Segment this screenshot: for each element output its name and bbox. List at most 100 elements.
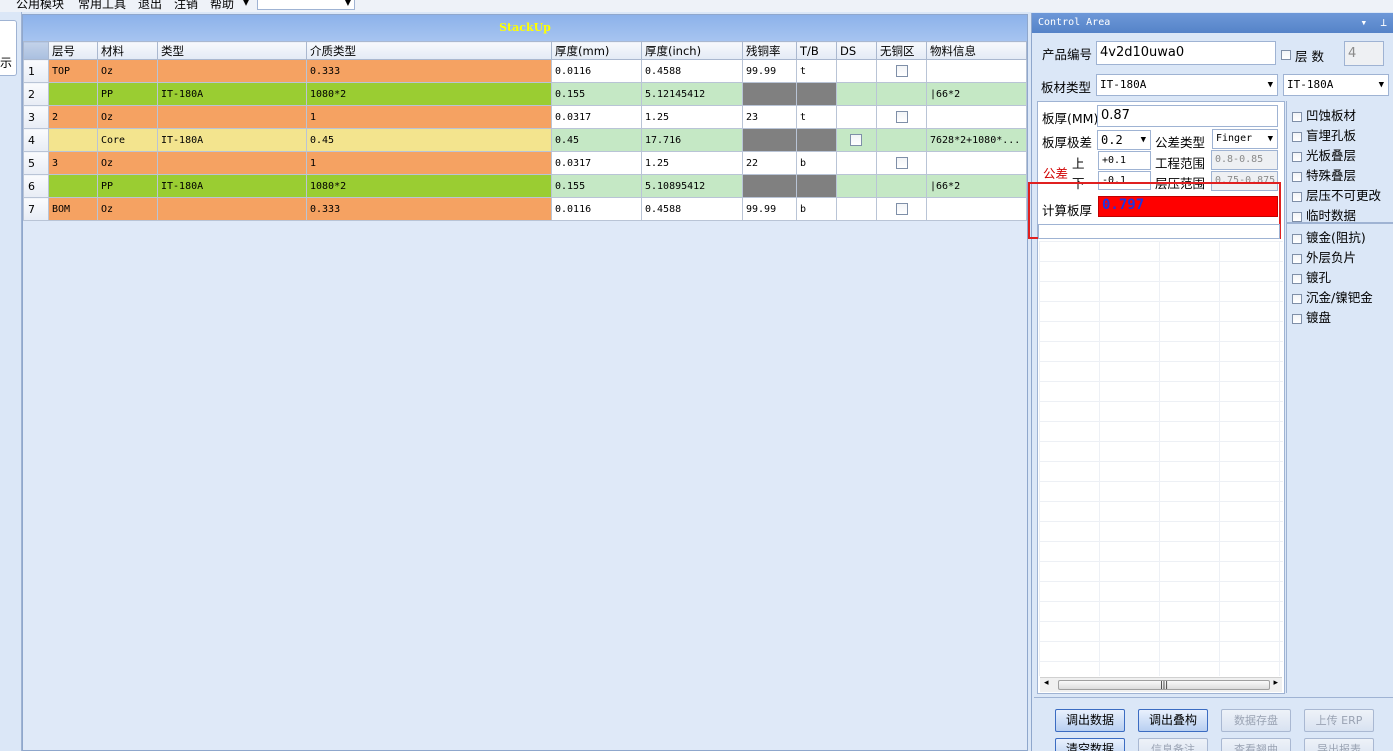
checkbox-icon[interactable] [1292, 131, 1302, 142]
cell-type[interactable]: IT-180A [157, 128, 307, 152]
layers-checkbox[interactable] [1281, 50, 1291, 60]
cell-material[interactable]: Core [97, 128, 158, 152]
col-material[interactable]: 材料 [97, 41, 158, 60]
cell-dielectric[interactable]: 0.333 [306, 197, 552, 221]
cell-copper-rate[interactable]: 99.99 [742, 59, 797, 83]
row-number[interactable]: 1 [23, 59, 49, 83]
menu-combo[interactable]: ▼ [257, 0, 355, 10]
board-type-select[interactable]: IT-180A ▼ [1096, 74, 1278, 96]
option-checkbox[interactable]: 镀金(阻抗) [1292, 227, 1366, 246]
checkbox-icon[interactable] [1292, 313, 1302, 324]
option-checkbox[interactable]: 临时数据 [1292, 205, 1356, 224]
product-number-input[interactable]: 4v2d10uwa0 [1096, 41, 1276, 65]
cell-ds[interactable] [836, 82, 877, 106]
export-report-button[interactable]: 导出报表 [1304, 738, 1374, 751]
option-checkbox[interactable]: 盲埋孔板 [1292, 125, 1356, 144]
cell-copper-rate[interactable] [742, 174, 797, 198]
col-material-info[interactable]: 物料信息 [926, 41, 1027, 60]
cell-ds[interactable] [836, 174, 877, 198]
cell-no-copper[interactable] [876, 105, 927, 129]
cell-no-copper[interactable] [876, 151, 927, 175]
cell-material-info[interactable]: |66*2 [926, 82, 1027, 106]
cell-copper-rate[interactable]: 23 [742, 105, 797, 129]
chevron-down-icon[interactable]: ▾ [243, 0, 249, 9]
cell-tb[interactable]: t [796, 105, 837, 129]
menu-item-exit[interactable]: 退出 [138, 0, 162, 12]
cell-tb[interactable] [796, 174, 837, 198]
cell-type[interactable] [157, 105, 307, 129]
cell-dielectric[interactable]: 1 [306, 105, 552, 129]
row-number[interactable]: 5 [23, 151, 49, 175]
cell-thickness-inch[interactable]: 5.12145412 [641, 82, 743, 106]
option-checkbox[interactable]: 镀孔 [1292, 267, 1331, 286]
cell-type[interactable] [157, 59, 307, 83]
checkbox-icon[interactable] [1292, 273, 1302, 284]
menu-item-logout[interactable]: 注销 [174, 0, 198, 12]
cell-thickness-inch[interactable]: 5.10895412 [641, 174, 743, 198]
checkbox-icon[interactable] [1292, 211, 1302, 222]
cell-copper-rate[interactable] [742, 128, 797, 152]
cell-tb[interactable]: t [796, 59, 837, 83]
cell-dielectric[interactable]: 1080*2 [306, 174, 552, 198]
cell-ds[interactable] [836, 59, 877, 83]
cell-material[interactable]: Oz [97, 105, 158, 129]
cell-ds[interactable] [836, 197, 877, 221]
cell-material[interactable]: Oz [97, 151, 158, 175]
empty-grid[interactable] [1039, 241, 1283, 676]
menu-item-common-tools[interactable]: 常用工具 [78, 0, 126, 12]
cell-type[interactable] [157, 197, 307, 221]
thickness-input[interactable]: 0.87 [1097, 105, 1278, 127]
no-copper-checkbox[interactable] [896, 157, 908, 169]
option-checkbox[interactable]: 光板叠层 [1292, 145, 1356, 164]
clear-data-button[interactable]: 清空数据 [1055, 738, 1125, 751]
thickness-grade-select[interactable]: 0.2 ▼ [1097, 130, 1151, 150]
pin-icon[interactable]: ▾ ⊥ [1361, 13, 1388, 33]
tolerance-upper-input[interactable]: +0.1 [1098, 151, 1151, 170]
cell-material[interactable]: PP [97, 174, 158, 198]
checkbox-icon[interactable] [1292, 171, 1302, 182]
option-checkbox[interactable]: 特殊叠层 [1292, 165, 1356, 184]
cell-material-info[interactable] [926, 197, 1027, 221]
cell-material-info[interactable] [926, 105, 1027, 129]
cell-copper-rate[interactable]: 99.99 [742, 197, 797, 221]
cell-material-info[interactable]: 7628*2+1080*... [926, 128, 1027, 152]
scroll-right-icon[interactable]: ▸ [1273, 678, 1278, 688]
menu-item-help[interactable]: 帮助 [210, 0, 234, 12]
left-side-tab[interactable]: 示 [0, 20, 17, 76]
table-row[interactable]: 7 BOM Oz 0.333 0.0116 0.4588 99.99 b [23, 197, 1027, 221]
cell-thickness-mm[interactable]: 0.45 [551, 128, 642, 152]
cell-ds[interactable] [836, 151, 877, 175]
scroll-left-icon[interactable]: ◂ [1044, 678, 1049, 688]
cell-type[interactable] [157, 151, 307, 175]
col-copper-rate[interactable]: 残铜率 [742, 41, 797, 60]
cell-no-copper[interactable] [876, 82, 927, 106]
cell-no-copper[interactable] [876, 59, 927, 83]
col-tb[interactable]: T/B [796, 41, 837, 60]
view-warp-button[interactable]: 查看翘曲 [1221, 738, 1291, 751]
table-row[interactable]: 4 Core IT-180A 0.45 0.45 17.716 7628*2+1080*..… [23, 128, 1027, 152]
col-type[interactable]: 类型 [157, 41, 307, 60]
export-data-button[interactable]: 调出数据 [1055, 709, 1125, 732]
menu-item-common-modules[interactable]: 公用模块 [16, 0, 64, 12]
col-thickness-mm[interactable]: 厚度(mm) [551, 41, 642, 60]
note-input[interactable] [1038, 224, 1280, 239]
cell-thickness-mm[interactable]: 0.0317 [551, 151, 642, 175]
cell-thickness-inch[interactable]: 0.4588 [641, 59, 743, 83]
cell-layer[interactable]: BOM [48, 197, 98, 221]
checkbox-icon[interactable] [1292, 111, 1302, 122]
cell-no-copper[interactable] [876, 197, 927, 221]
cell-dielectric[interactable]: 1080*2 [306, 82, 552, 106]
cell-type[interactable]: IT-180A [157, 174, 307, 198]
cell-no-copper[interactable] [876, 174, 927, 198]
cell-thickness-mm[interactable]: 0.155 [551, 82, 642, 106]
ds-checkbox[interactable] [850, 134, 862, 146]
cell-tb[interactable]: b [796, 197, 837, 221]
engineering-range-input[interactable]: 0.8-0.85 [1211, 150, 1278, 170]
cell-layer[interactable] [48, 82, 98, 106]
option-checkbox[interactable]: 凹蚀板材 [1292, 105, 1356, 124]
save-data-button[interactable]: 数据存盘 [1221, 709, 1291, 732]
row-number[interactable]: 4 [23, 128, 49, 152]
checkbox-icon[interactable] [1292, 151, 1302, 162]
cell-tb[interactable] [796, 82, 837, 106]
cell-layer[interactable] [48, 174, 98, 198]
